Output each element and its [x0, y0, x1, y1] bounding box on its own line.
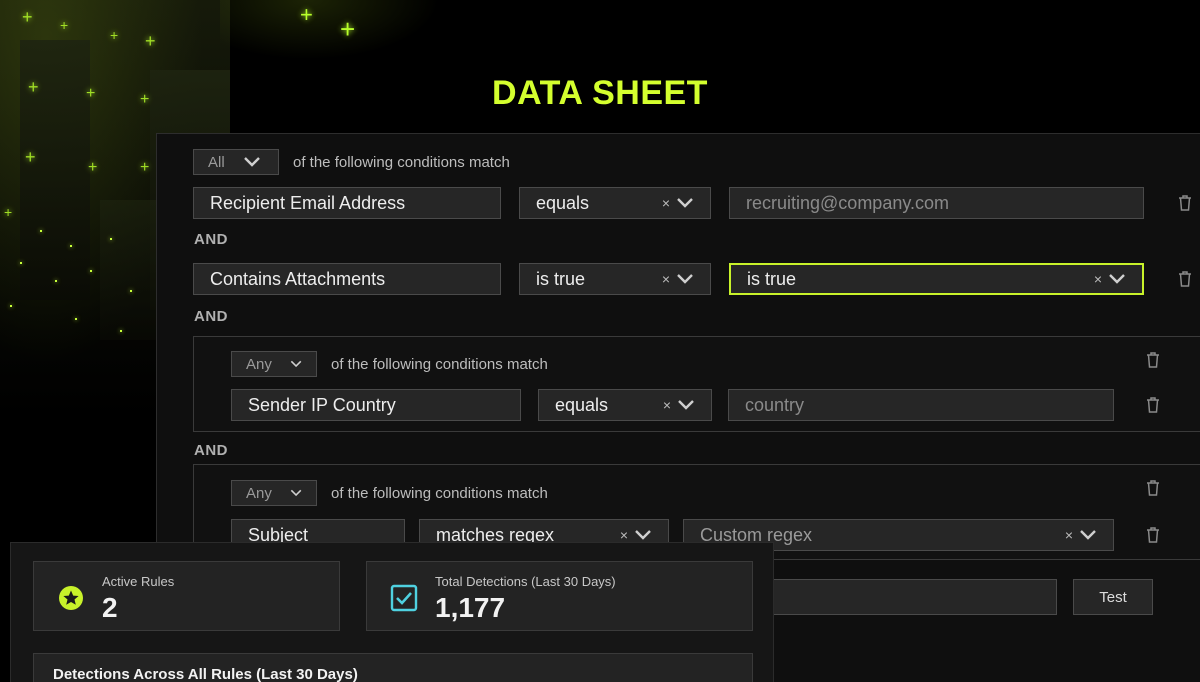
chevron-down-icon	[290, 360, 302, 368]
chevron-down-icon	[243, 157, 260, 167]
group-match-mode-select[interactable]: Any	[231, 351, 317, 377]
clear-icon[interactable]: ×	[1094, 271, 1102, 287]
chevron-down-icon[interactable]	[676, 273, 694, 285]
clear-icon[interactable]: ×	[663, 397, 671, 413]
trash-icon[interactable]	[1177, 194, 1193, 212]
match-mode-value: Any	[246, 484, 272, 502]
decor-plus: +	[340, 14, 356, 44]
operator-value: is true	[536, 268, 586, 289]
checkbox-icon	[390, 584, 418, 612]
trash-icon[interactable]	[1145, 479, 1161, 497]
condition-value-input[interactable]: country	[728, 389, 1114, 421]
clear-icon[interactable]: ×	[620, 527, 628, 543]
value-text: is true	[747, 268, 797, 289]
trash-icon[interactable]	[1177, 270, 1193, 288]
condition-field-select[interactable]: Recipient Email Address	[193, 187, 501, 219]
match-description: of the following conditions match	[293, 154, 510, 171]
condition-group: Any of the following conditions match Se…	[193, 336, 1200, 432]
total-detections-card: Total Detections (Last 30 Days) 1,177	[366, 561, 753, 631]
star-badge-icon	[59, 586, 83, 610]
and-label: AND	[194, 308, 228, 325]
detections-chart-card: Detections Across All Rules (Last 30 Day…	[33, 653, 753, 682]
condition-value-input[interactable]: recruiting@company.com	[729, 187, 1144, 219]
match-description: of the following conditions match	[331, 356, 548, 373]
value-text: country	[745, 394, 805, 415]
value-text: recruiting@company.com	[746, 192, 950, 213]
and-label: AND	[194, 442, 228, 459]
chevron-down-icon[interactable]	[677, 399, 695, 411]
field-value: Recipient Email Address	[210, 192, 406, 213]
match-mode-value: Any	[246, 355, 272, 373]
clear-icon[interactable]: ×	[662, 271, 670, 287]
test-button[interactable]: Test	[1073, 579, 1153, 615]
condition-operator-select[interactable]: equals ×	[519, 187, 711, 219]
total-detections-value: 1,177	[435, 592, 506, 623]
and-label: AND	[194, 231, 228, 248]
match-mode-value: All	[208, 153, 225, 171]
match-mode-select[interactable]: All	[193, 149, 279, 175]
chevron-down-icon[interactable]	[634, 529, 652, 541]
page-title: DATA SHEET	[492, 74, 708, 112]
match-description: of the following conditions match	[331, 485, 548, 502]
condition-operator-select[interactable]: is true ×	[519, 263, 711, 295]
condition-field-select[interactable]: Contains Attachments	[193, 263, 501, 295]
background-glow	[220, 0, 440, 60]
field-value: Contains Attachments	[210, 268, 386, 289]
chevron-down-icon[interactable]	[1079, 529, 1097, 541]
clear-icon[interactable]: ×	[662, 195, 670, 211]
active-rules-value: 2	[102, 592, 118, 623]
total-detections-label: Total Detections (Last 30 Days)	[435, 574, 616, 589]
clear-icon[interactable]: ×	[1065, 527, 1073, 543]
stats-panel: Active Rules 2 Total Detections (Last 30…	[10, 542, 774, 682]
chevron-down-icon	[290, 489, 302, 497]
operator-value: equals	[555, 394, 609, 415]
trash-icon[interactable]	[1145, 351, 1161, 369]
operator-value: equals	[536, 192, 590, 213]
condition-value-select[interactable]: is true ×	[729, 263, 1144, 295]
trash-icon[interactable]	[1145, 526, 1161, 544]
active-rules-label: Active Rules	[102, 574, 175, 589]
field-value: Sender IP Country	[248, 394, 396, 415]
decor-plus: +	[300, 2, 313, 27]
chevron-down-icon[interactable]	[676, 197, 694, 209]
condition-field-select[interactable]: Sender IP Country	[231, 389, 521, 421]
chevron-down-icon[interactable]	[1108, 273, 1126, 285]
group-match-mode-select[interactable]: Any	[231, 480, 317, 506]
detections-chart-title: Detections Across All Rules (Last 30 Day…	[53, 666, 358, 682]
active-rules-card: Active Rules 2	[33, 561, 340, 631]
condition-operator-select[interactable]: equals ×	[538, 389, 712, 421]
trash-icon[interactable]	[1145, 396, 1161, 414]
